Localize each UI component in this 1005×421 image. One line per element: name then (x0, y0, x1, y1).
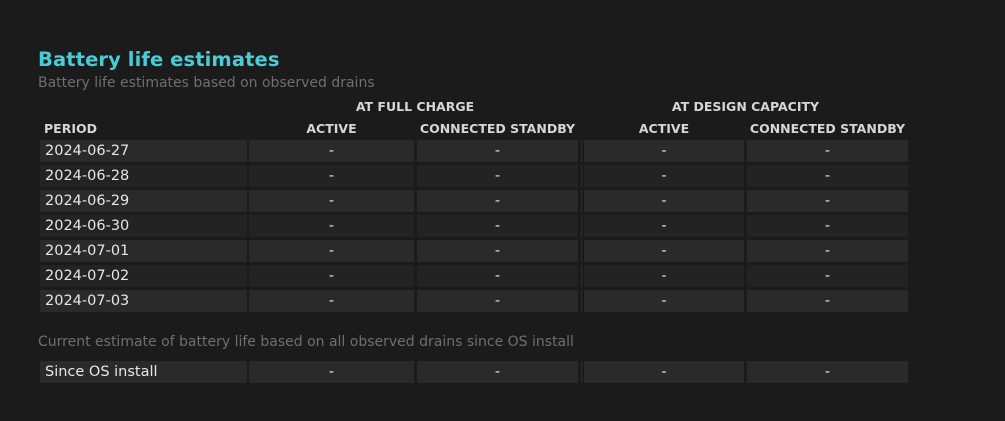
table-row: 2024-06-27 - - - - (40, 140, 908, 162)
period-cell: 2024-06-29 (40, 190, 247, 212)
active-design-cell: - (584, 290, 744, 312)
active-full-cell: - (249, 240, 414, 262)
standby-design-cell: - (747, 361, 908, 383)
table-row: 2024-07-03 - - - - (40, 290, 908, 312)
period-cell: 2024-07-02 (40, 265, 247, 287)
table-row: 2024-06-28 - - - - (40, 165, 908, 187)
standby-design-cell: - (747, 190, 908, 212)
active-full-cell: - (249, 361, 414, 383)
standby-full-cell: - (417, 140, 578, 162)
standby-design-cell: - (747, 240, 908, 262)
standby-full-cell: - (417, 215, 578, 237)
section-subtitle: Battery life estimates based on observed… (38, 75, 375, 91)
active-full-cell: - (249, 215, 414, 237)
period-cell: 2024-07-03 (40, 290, 247, 312)
table-row: 2024-07-01 - - - - (40, 240, 908, 262)
active-design-cell: - (584, 140, 744, 162)
period-cell: 2024-07-01 (40, 240, 247, 262)
standby-full-cell: - (417, 240, 578, 262)
battery-report-page: Battery life estimates Battery life esti… (0, 0, 1005, 421)
column-header-active-design: ACTIVE (638, 121, 690, 136)
table-row: 2024-06-29 - - - - (40, 190, 908, 212)
standby-design-cell: - (747, 165, 908, 187)
active-full-cell: - (249, 290, 414, 312)
standby-full-cell: - (417, 361, 578, 383)
active-design-cell: - (584, 165, 744, 187)
active-design-cell: - (584, 265, 744, 287)
group-header-full-charge: AT FULL CHARGE (355, 99, 475, 114)
active-design-cell: - (584, 215, 744, 237)
standby-full-cell: - (417, 190, 578, 212)
standby-full-cell: - (417, 290, 578, 312)
current-estimate-note: Current estimate of battery life based o… (38, 334, 574, 350)
period-cell: 2024-06-30 (40, 215, 247, 237)
standby-design-cell: - (747, 140, 908, 162)
standby-design-cell: - (747, 215, 908, 237)
section-title: Battery life estimates (38, 48, 280, 71)
active-full-cell: - (249, 190, 414, 212)
estimates-table-body: 2024-06-27 - - - - 2024-06-28 - - - - 20… (40, 140, 908, 315)
table-row: 2024-06-30 - - - - (40, 215, 908, 237)
active-full-cell: - (249, 265, 414, 287)
column-header-period: PERIOD (44, 121, 97, 136)
period-cell: 2024-06-27 (40, 140, 247, 162)
standby-full-cell: - (417, 165, 578, 187)
standby-full-cell: - (417, 265, 578, 287)
column-header-standby-full: CONNECTED STANDBY (419, 121, 576, 136)
current-estimate-table: Since OS install - - - - (40, 361, 908, 386)
table-row: Since OS install - - - - (40, 361, 908, 383)
active-design-cell: - (584, 361, 744, 383)
column-header-active-full: ACTIVE (306, 121, 357, 136)
standby-design-cell: - (747, 265, 908, 287)
standby-design-cell: - (747, 290, 908, 312)
column-header-standby-design: CONNECTED STANDBY (749, 121, 906, 136)
group-header-design-capacity: AT DESIGN CAPACITY (671, 99, 820, 114)
table-row: 2024-07-02 - - - - (40, 265, 908, 287)
active-design-cell: - (584, 240, 744, 262)
period-cell: 2024-06-28 (40, 165, 247, 187)
active-full-cell: - (249, 165, 414, 187)
active-design-cell: - (584, 190, 744, 212)
active-full-cell: - (249, 140, 414, 162)
period-cell: Since OS install (40, 361, 247, 383)
